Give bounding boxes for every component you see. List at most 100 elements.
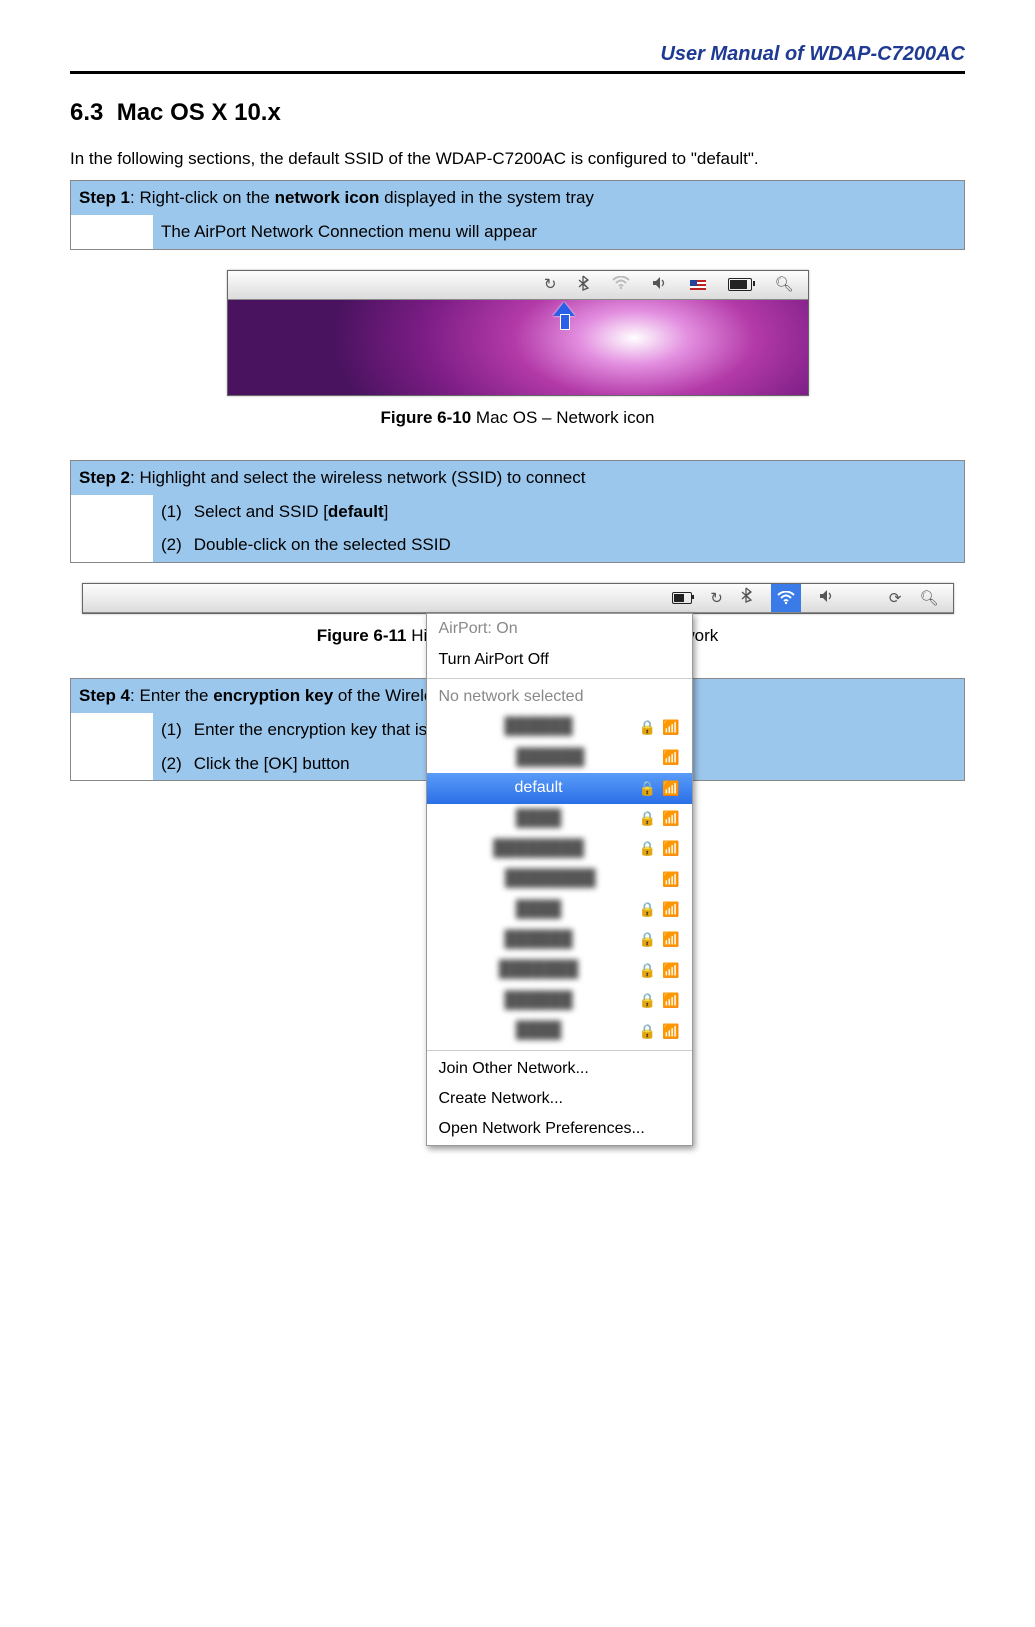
- wifi-menu-icon[interactable]: [771, 584, 801, 612]
- ssid-blurred: ███████: [439, 959, 639, 981]
- ssid-item[interactable]: ██████🔒📶: [427, 925, 692, 955]
- step1-text-post: displayed in the system tray: [379, 188, 593, 207]
- ssid-blurred: ██████: [439, 990, 639, 1012]
- ssid-blurred: ████████: [439, 868, 663, 890]
- step2-block: Step 2: Highlight and select the wireles…: [70, 460, 965, 563]
- ssid-blurred: ██████: [439, 929, 639, 951]
- spotlight-icon: 🔍︎: [774, 277, 793, 292]
- airport-status: AirPort: On: [427, 614, 692, 644]
- step1-sub: The AirPort Network Connection menu will…: [153, 215, 964, 249]
- lock-icon: 🔒: [639, 1022, 656, 1042]
- lock-icon: 🔒: [639, 718, 656, 738]
- step4-s2-text: Click the [OK] button: [194, 754, 350, 773]
- figure-6-10-caption: Figure 6-10 Mac OS – Network icon: [70, 406, 965, 430]
- sync-icon: ⟳: [889, 588, 902, 609]
- step1-label: Step 1: [79, 188, 130, 207]
- step1-block: Step 1: Right-click on the network icon …: [70, 180, 965, 250]
- fig610-text: Mac OS – Network icon: [471, 408, 654, 427]
- battery-icon-2: [672, 592, 692, 604]
- step2-s1-num: (1): [161, 500, 189, 524]
- ssid-item[interactable]: ██████🔒 📶: [427, 712, 692, 742]
- step2-s2-text: Double-click on the selected SSID: [194, 535, 451, 554]
- ssid-default[interactable]: default🔒 📶: [427, 773, 692, 803]
- mac-desktop-strip: [228, 300, 808, 395]
- ssid-item[interactable]: ████🔒 📶: [427, 1016, 692, 1046]
- step2-header: Step 2: Highlight and select the wireles…: [71, 461, 964, 495]
- timemachine-icon-2: ↻: [710, 588, 723, 609]
- ssid-blurred: ████████: [439, 838, 639, 860]
- ssid-default-label: default: [439, 777, 639, 799]
- step4-bold: encryption key: [213, 686, 333, 705]
- step2-sub2: (2) Double-click on the selected SSID: [153, 528, 964, 562]
- mac-menubar-2: ↻ ⟳ 🔍︎: [83, 584, 953, 613]
- join-other-network[interactable]: Join Other Network...: [427, 1054, 692, 1084]
- bluetooth-icon: [578, 275, 590, 294]
- section-name: Mac OS X 10.x: [117, 99, 281, 126]
- ssid-blurred: ██████: [439, 716, 639, 738]
- ssid-item[interactable]: ██████🔒 📶: [427, 986, 692, 1016]
- step2-label: Step 2: [79, 468, 130, 487]
- fig611-label: Figure 6-11: [317, 626, 407, 645]
- step1-header: Step 1: Right-click on the network icon …: [71, 181, 964, 215]
- lock-icon: 🔒: [639, 809, 656, 829]
- battery-icon: [728, 278, 752, 291]
- pointer-arrow-icon: [553, 302, 575, 330]
- spotlight-icon-2: 🔍︎: [919, 588, 938, 609]
- open-network-preferences[interactable]: Open Network Preferences...: [427, 1114, 692, 1144]
- mac-menubar: ↻ 🔍︎: [228, 271, 808, 300]
- step2-s2-num: (2): [161, 533, 189, 557]
- create-network[interactable]: Create Network...: [427, 1084, 692, 1114]
- step2-text: : Highlight and select the wireless netw…: [130, 468, 585, 487]
- fig610-label: Figure 6-10: [381, 408, 472, 427]
- lock-icon: 🔒: [639, 839, 656, 859]
- wifi-signal-icon: 📶: [662, 961, 679, 981]
- ssid-blurred: ██████: [439, 747, 663, 769]
- lock-icon: 🔒: [639, 991, 656, 1011]
- wifi-signal-icon: 📶: [662, 809, 679, 829]
- lock-icon: 🔒: [639, 961, 656, 981]
- figure-6-11: ↻ ⟳ 🔍︎ AirPort: On Turn AirPort Off No n…: [70, 583, 965, 614]
- step2-sub1: (1) Select and SSID [default]: [153, 495, 964, 529]
- ssid-blurred: ████: [439, 808, 639, 830]
- wifi-signal-icon: 📶: [662, 1022, 679, 1042]
- wifi-signal-icon: 📶: [662, 900, 679, 920]
- section-title: 6.3 Mac OS X 10.x: [70, 96, 965, 130]
- lock-icon: 🔒: [639, 900, 656, 920]
- ssid-item[interactable]: ████🔒 📶: [427, 895, 692, 925]
- wifi-signal-icon: 📶: [662, 991, 679, 1011]
- intro-paragraph: In the following sections, the default S…: [70, 147, 965, 171]
- step1-bold: network icon: [275, 188, 380, 207]
- step4-label: Step 4: [79, 686, 130, 705]
- ssid-blurred: ████: [439, 1020, 639, 1042]
- step2-s1-bold: default: [328, 502, 384, 521]
- ssid-item[interactable]: ████🔒 📶: [427, 804, 692, 834]
- input-flag-icon: [690, 280, 706, 290]
- doc-header: User Manual of WDAP-C7200AC: [70, 40, 965, 68]
- ssid-item[interactable]: ████████📶: [427, 864, 692, 894]
- section-number: 6.3: [70, 99, 103, 126]
- timemachine-icon: ↻: [544, 277, 557, 292]
- bluetooth-icon-2: [741, 587, 753, 609]
- wifi-signal-icon: 📶: [662, 718, 679, 738]
- wifi-signal-icon: 📶: [662, 748, 679, 768]
- lock-icon: 🔒: [639, 779, 656, 799]
- header-rule: [70, 71, 965, 74]
- airport-menu: AirPort: On Turn AirPort Off No network …: [426, 613, 693, 1146]
- wifi-signal-icon: 📶: [662, 779, 679, 799]
- turn-airport-off[interactable]: Turn AirPort Off: [427, 645, 692, 675]
- step4-s2-num: (2): [161, 752, 189, 776]
- step1-text-pre: : Right-click on the: [130, 188, 275, 207]
- step2-s1-post: ]: [384, 502, 389, 521]
- ssid-item[interactable]: ███████🔒 📶: [427, 955, 692, 985]
- step4-pre: : Enter the: [130, 686, 213, 705]
- wifi-signal-icon: 📶: [662, 870, 679, 890]
- no-network-selected: No network selected: [427, 682, 692, 712]
- volume-icon-2: [819, 588, 835, 609]
- ssid-item[interactable]: ██████📶: [427, 743, 692, 773]
- wifi-icon: [612, 276, 630, 293]
- figure-6-10: ↻ 🔍︎: [70, 270, 965, 396]
- lock-icon: 🔒: [639, 930, 656, 950]
- ssid-item[interactable]: ████████🔒📶: [427, 834, 692, 864]
- ssid-blurred: ████: [439, 899, 639, 921]
- volume-icon: [652, 276, 668, 293]
